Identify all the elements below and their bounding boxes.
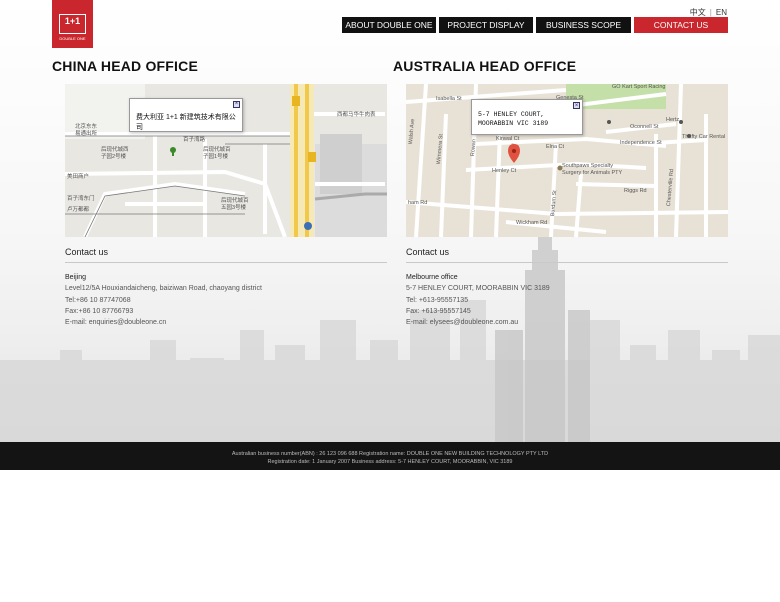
logo-text: DOUBLE ONE [59,36,86,41]
australia-map-label: Thrifty Car Rental [682,134,726,140]
china-map-popup: 费大利亚 1+1 新建筑技术有限公司 × [129,98,243,132]
footer: Australian business number(ABN) : 26 123… [0,442,780,470]
china-map-label: 卢万都都 [67,207,90,213]
australia-popup-text: 5-7 HENLEY COURT, MOORABBIN VIC 3189 [478,111,549,127]
china-map-label: 百子湾路 [183,137,206,143]
china-contact-heading: Contact us [65,247,109,257]
australia-contact-city: Melbourne office [406,274,458,281]
australia-map-label: Wickham Rd [516,220,548,226]
china-office-title: CHINA HEAD OFFICE [52,58,198,74]
australia-map-popup: 5-7 HENLEY COURT, MOORABBIN VIC 3189 × [471,99,583,135]
china-contact-tel: Tel:+86 10 87747068 [65,296,131,304]
china-contact-divider [65,262,387,263]
australia-map-label: Hertz [666,117,680,123]
page-background: 1+1 DOUBLE ONE 中文 | EN ABOUT DOUBLE ONE PR… [0,0,780,470]
china-contact-address: Level12/5A Houxiandaicheng, baiziwan Roa… [65,285,262,293]
australia-map-label: Elna Ct [546,144,565,150]
australia-map-label: Surgery for Animals PTY [562,170,623,176]
china-map-label: 西都马华牛肉表 [337,112,376,118]
china-map-label: 子园2号楼 [101,154,127,160]
footer-registration: Registration date: 1 January 2007 Busine… [267,459,513,465]
australia-map-label: Oconnell St [630,124,659,130]
china-map-label: 美田商户 [67,174,90,180]
china-map-label: 百子湾东门 [67,196,95,202]
logo-mark: 1+1 [64,16,81,26]
australia-map[interactable]: Isabella St Genesta St GO Kart Sport Rac… [406,84,728,237]
australia-contact-details: Melbourne office 5-7 HENLEY COURT, MOORA… [406,272,550,328]
close-icon[interactable]: × [573,102,580,109]
china-map-label: 子园1号楼 [203,154,229,160]
footer-abn: Australian business number(ABN) : 26 123… [231,451,549,457]
australia-contact-tel: Tel: +613-95557135 [406,296,469,304]
australia-map-label: Henley Ct [492,168,517,174]
australia-map-label: Southpaws Specialty [562,163,614,169]
australia-map-label: Kinwal Ct [496,136,520,142]
china-contact-fax: Fax:+86 10 87766793 [65,307,134,315]
nav-project-display[interactable]: PROJECT DISPLAY [439,17,533,33]
china-contact-email[interactable]: E-mail: enquiries@doubleone.cn [65,317,262,328]
china-map-label: 易通出所 [75,131,98,137]
china-popup-text: 费大利亚 1+1 新建筑技术有限公司 [136,114,236,131]
nav-contact-us[interactable]: CONTACT US [634,17,728,33]
australia-contact-fax: Fax: +613-95557145 [406,307,471,315]
lang-english-link[interactable]: EN [716,8,727,17]
australia-office-title: AUSTRALIA HEAD OFFICE [393,58,577,74]
australia-map-label: ham Rd [408,200,428,206]
australia-contact-divider [406,262,728,263]
australia-map-label: Isabella St [436,96,462,102]
australia-map-label: GO Kart Sport Racing [612,84,666,90]
australia-contact-heading: Contact us [406,247,450,257]
nav-business-scope[interactable]: BUSINESS SCOPE [536,17,631,33]
china-contact-city: Beijing [65,274,87,281]
australia-map-label: Riggs Rd [624,188,647,194]
australia-map-label: Independence St [620,140,662,146]
close-icon[interactable]: × [233,101,240,108]
lang-separator: | [709,8,712,17]
china-map-label: 五园3号楼 [221,205,247,211]
china-contact-details: Beijing Level12/5A Houxiandaicheng, baiz… [65,272,262,328]
china-map[interactable]: 北京东东 易通出所 百子湾路 后现代城西 子园2号楼 后现代城百 子园1号楼 美… [65,84,387,237]
australia-contact-address: 5-7 HENLEY COURT, MOORABBIN VIC 3189 [406,285,550,293]
logo[interactable]: 1+1 DOUBLE ONE [52,0,93,48]
australia-contact-email[interactable]: E-mail: elysees@doubleone.com.au [406,317,550,328]
nav-about[interactable]: ABOUT DOUBLE ONE [342,17,436,33]
